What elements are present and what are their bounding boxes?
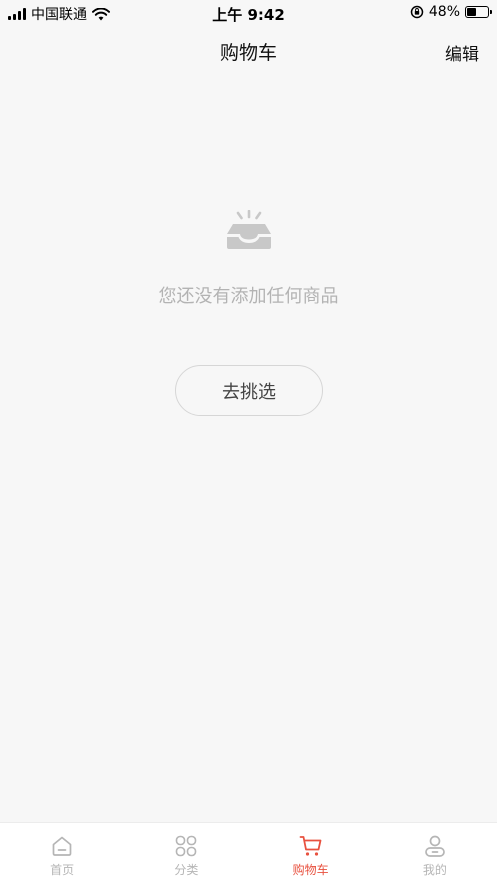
tab-label: 分类 bbox=[174, 863, 199, 877]
page-title: 购物车 bbox=[219, 42, 277, 64]
go-shopping-button[interactable]: 去挑选 bbox=[175, 365, 323, 416]
tab-label: 购物车 bbox=[292, 863, 329, 877]
battery-level bbox=[467, 8, 477, 16]
user-icon bbox=[425, 835, 445, 857]
empty-cart-message: 您还没有添加任何商品 bbox=[158, 286, 339, 307]
tab-label: 我的 bbox=[422, 863, 447, 877]
tab-label: 首页 bbox=[50, 863, 75, 877]
battery-percent: 48% bbox=[428, 4, 460, 20]
status-right: 48% bbox=[410, 4, 492, 20]
tab-cart[interactable]: 购物车 bbox=[249, 823, 373, 883]
cart-icon bbox=[299, 836, 322, 856]
home-icon bbox=[52, 836, 72, 856]
tab-home[interactable]: 首页 bbox=[0, 823, 124, 883]
tab-category[interactable]: 分类 bbox=[124, 823, 248, 883]
inbox-icon bbox=[227, 210, 271, 249]
tab-bar: 首页 分类 购物车 我的 bbox=[0, 822, 497, 883]
orientation-lock-icon bbox=[410, 5, 424, 19]
category-grid-icon bbox=[176, 835, 197, 857]
tab-profile[interactable]: 我的 bbox=[373, 823, 497, 883]
status-bar: 中国联通 上午 9:42 48% bbox=[0, 0, 497, 26]
battery-icon bbox=[465, 6, 492, 18]
edit-button[interactable]: 编辑 bbox=[445, 40, 479, 65]
navigation-bar: 购物车 编辑 bbox=[0, 28, 497, 74]
